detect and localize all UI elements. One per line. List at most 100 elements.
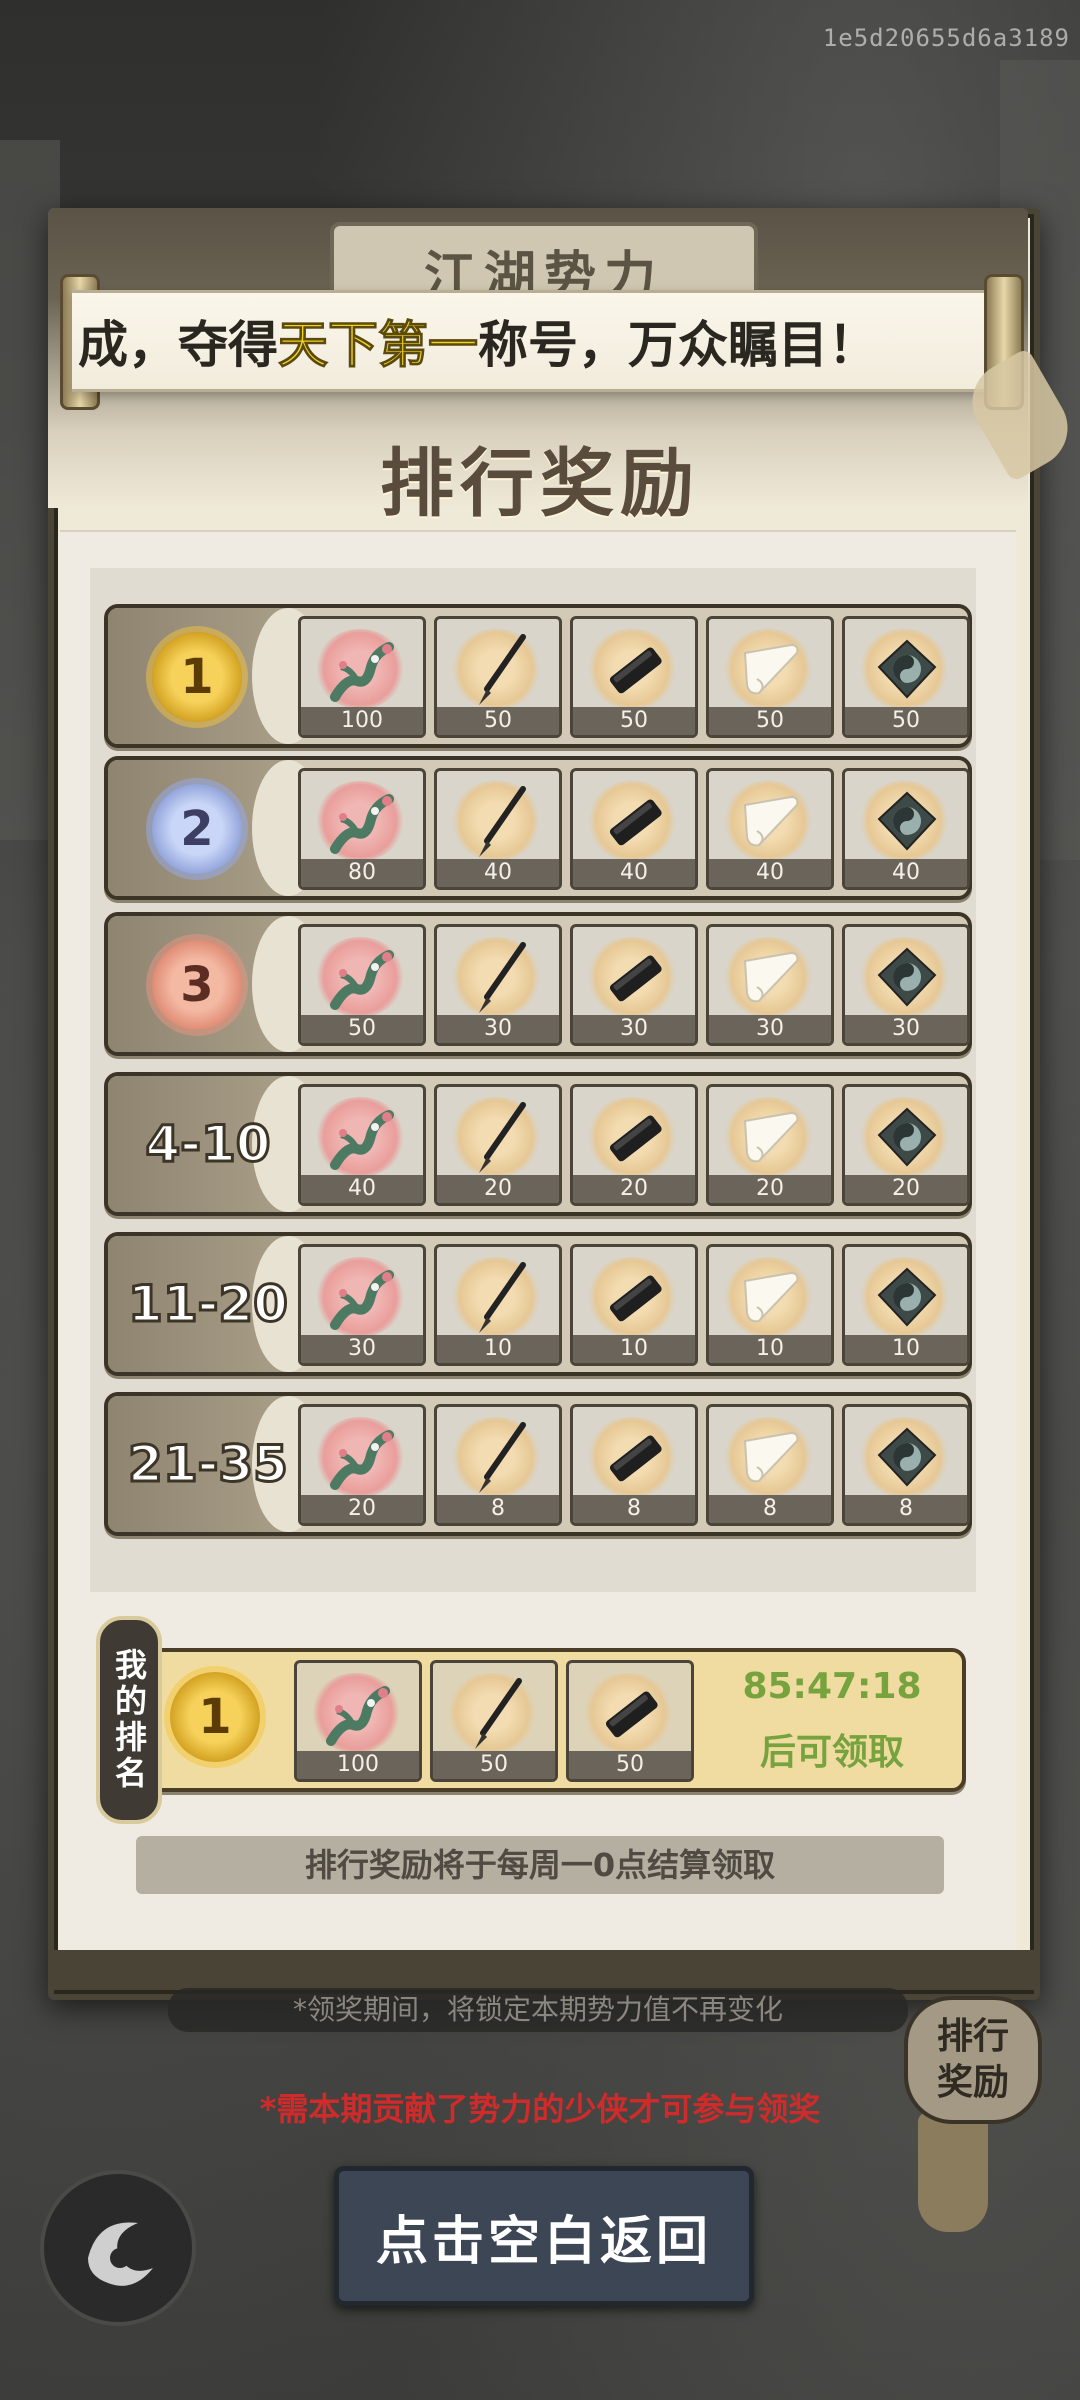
- reward-item[interactable]: 8: [570, 1404, 698, 1526]
- reward-row: 3 50 30 30 30 30: [104, 912, 972, 1056]
- item-count: 50: [569, 1751, 691, 1779]
- plum-branch-icon: [326, 1686, 390, 1746]
- my-rank-row: 1 100 50 50 85:47:18 后可领取: [140, 1648, 966, 1792]
- item-count: 8: [573, 1495, 695, 1523]
- reward-item[interactable]: 50: [434, 616, 562, 738]
- plum-branch-icon: [330, 1110, 394, 1170]
- watermark: 1e5d20655d6a3189: [822, 24, 1070, 52]
- reward-item[interactable]: 80: [298, 768, 426, 890]
- reward-item[interactable]: 8: [706, 1404, 834, 1526]
- ink-stick-icon: [609, 799, 662, 846]
- brush-icon: [479, 634, 526, 705]
- reward-items: 100 50 50 50 50: [298, 616, 970, 738]
- item-count: 40: [573, 859, 695, 887]
- reward-item[interactable]: 40: [298, 1084, 426, 1206]
- plum-branch-icon: [330, 642, 394, 702]
- reward-item[interactable]: 50: [706, 616, 834, 738]
- ink-stick-icon: [609, 1435, 662, 1482]
- paper-scroll-icon: [743, 1111, 799, 1163]
- reward-item[interactable]: 10: [842, 1244, 970, 1366]
- reward-item[interactable]: 40: [842, 768, 970, 890]
- reward-item[interactable]: 40: [706, 768, 834, 890]
- brush-icon: [479, 1422, 526, 1493]
- plum-branch-icon: [330, 1430, 394, 1490]
- reward-items: 40 20 20 20 20: [298, 1084, 970, 1206]
- reward-item[interactable]: 50: [430, 1660, 558, 1782]
- item-count: 20: [573, 1175, 695, 1203]
- reward-item[interactable]: 30: [570, 924, 698, 1046]
- swirl-menu-button[interactable]: [40, 2170, 196, 2326]
- reward-item[interactable]: 10: [434, 1244, 562, 1366]
- reward-item[interactable]: 40: [570, 768, 698, 890]
- reward-item[interactable]: 50: [566, 1660, 694, 1782]
- reward-item[interactable]: 50: [570, 616, 698, 738]
- item-count: 30: [709, 1015, 831, 1043]
- item-count: 10: [437, 1335, 559, 1363]
- reward-item[interactable]: 30: [298, 1244, 426, 1366]
- paper-scroll-icon: [743, 1271, 799, 1323]
- reward-item[interactable]: 10: [570, 1244, 698, 1366]
- item-count: 20: [301, 1495, 423, 1523]
- item-count: 8: [845, 1495, 967, 1523]
- reward-item[interactable]: 50: [842, 616, 970, 738]
- rank-medal-gold: 1: [152, 632, 242, 722]
- claim-timer: 85:47:18 后可领取: [742, 1666, 922, 1773]
- reward-item[interactable]: 8: [434, 1404, 562, 1526]
- reward-item[interactable]: 10: [706, 1244, 834, 1366]
- paper-scroll-icon: [743, 795, 799, 847]
- ranking-reward-tab[interactable]: 排行 奖励: [904, 1996, 1042, 2124]
- reward-item[interactable]: 20: [842, 1084, 970, 1206]
- paper-scroll-icon: [743, 951, 799, 1003]
- ink-stick-icon: [605, 1691, 658, 1738]
- reward-item[interactable]: 100: [298, 616, 426, 738]
- reward-item[interactable]: 20: [434, 1084, 562, 1206]
- item-count: 10: [573, 1335, 695, 1363]
- swirl-icon: [88, 2222, 153, 2286]
- item-count: 40: [301, 1175, 423, 1203]
- inkstone-icon: [877, 1267, 937, 1327]
- reward-item[interactable]: 100: [294, 1660, 422, 1782]
- reward-item[interactable]: 30: [434, 924, 562, 1046]
- reward-item[interactable]: 50: [298, 924, 426, 1046]
- reward-item[interactable]: 20: [298, 1404, 426, 1526]
- plum-branch-icon: [330, 950, 394, 1010]
- rank-medal-gold: 1: [170, 1672, 260, 1762]
- item-count: 40: [437, 859, 559, 887]
- item-count: 50: [709, 707, 831, 735]
- news-banner: 成，夺得天下第一称号，万众瞩目！: [72, 290, 1002, 392]
- reward-item[interactable]: 40: [434, 768, 562, 890]
- item-count: 100: [297, 1751, 419, 1779]
- my-rank-tag: 我的排名: [96, 1616, 162, 1824]
- reward-row: 11-20 30 10 10 10 10: [104, 1232, 972, 1376]
- ink-stick-icon: [609, 647, 662, 694]
- banner-text: 成，夺得天下第一称号，万众瞩目！: [78, 316, 878, 375]
- reward-item[interactable]: 20: [570, 1084, 698, 1206]
- item-count: 80: [301, 859, 423, 887]
- item-count: 50: [573, 707, 695, 735]
- ink-stick-icon: [609, 955, 662, 1002]
- brush-icon: [479, 786, 526, 857]
- brush-icon: [475, 1678, 522, 1749]
- tap-blank-to-return-button[interactable]: 点击空白返回: [334, 2166, 754, 2306]
- item-count: 30: [845, 1015, 967, 1043]
- brush-icon: [479, 1102, 526, 1173]
- rank-range: 11-20: [127, 1274, 290, 1335]
- plum-branch-icon: [330, 1270, 394, 1330]
- item-count: 40: [845, 859, 967, 887]
- item-count: 8: [709, 1495, 831, 1523]
- reward-item[interactable]: 30: [842, 924, 970, 1046]
- reward-items: 20 8 8 8 8: [298, 1404, 970, 1526]
- settlement-notice: 排行奖励将于每周一0点结算领取: [136, 1836, 944, 1894]
- item-count: 20: [709, 1175, 831, 1203]
- item-count: 30: [301, 1335, 423, 1363]
- reward-item[interactable]: 20: [706, 1084, 834, 1206]
- scroll-frame-bottom: [48, 1950, 1040, 1990]
- inkstone-icon: [877, 1427, 937, 1487]
- item-count: 50: [433, 1751, 555, 1779]
- reward-row: 21-35 20 8 8 8 8: [104, 1392, 972, 1536]
- reward-item[interactable]: 8: [842, 1404, 970, 1526]
- plum-branch-icon: [330, 794, 394, 854]
- reward-item[interactable]: 30: [706, 924, 834, 1046]
- section-title: 排行奖励: [380, 441, 700, 527]
- item-count: 30: [437, 1015, 559, 1043]
